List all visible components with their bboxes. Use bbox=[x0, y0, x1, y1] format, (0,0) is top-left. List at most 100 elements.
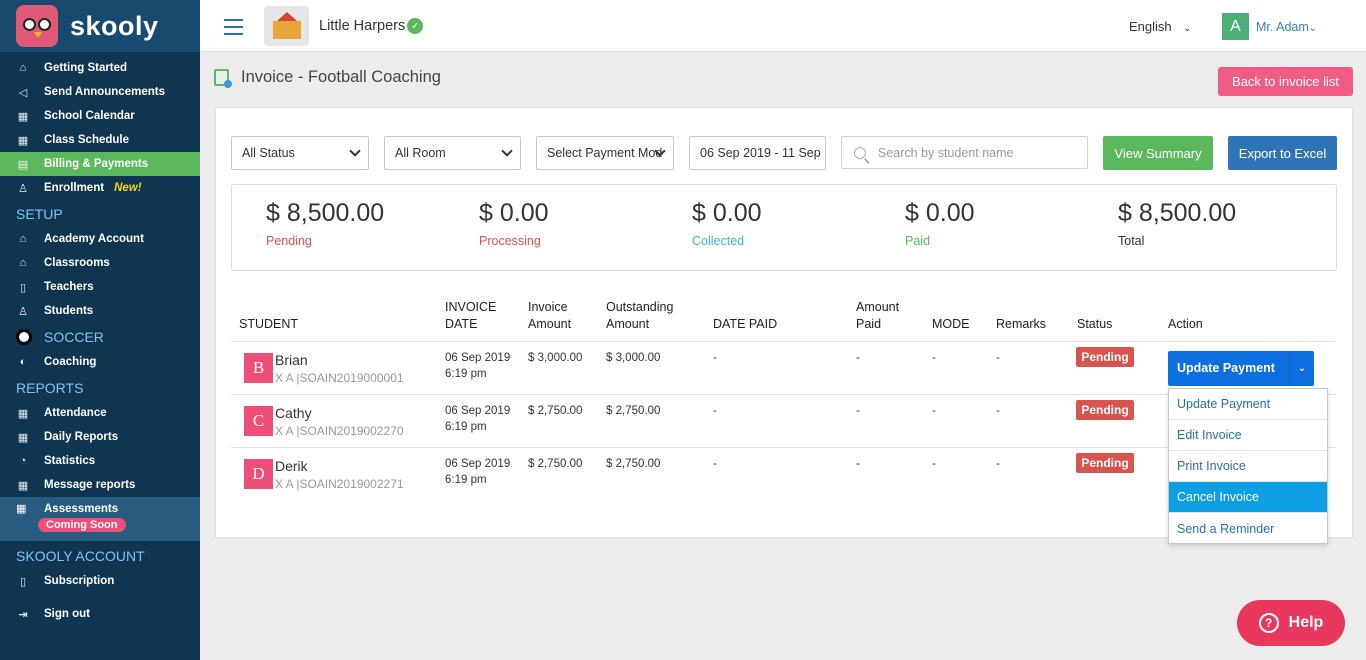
student-avatar: C bbox=[244, 406, 273, 436]
student-name[interactable]: Brian bbox=[275, 352, 308, 368]
sidebar-item-subscription[interactable]: ▯ Subscription bbox=[0, 569, 200, 593]
schedule-icon: ▦ bbox=[17, 134, 29, 147]
header-outstanding-amount: Outstanding Amount bbox=[606, 300, 674, 331]
sidebar-item-attendance[interactable]: ▦ Attendance bbox=[0, 401, 200, 425]
avatar[interactable]: A bbox=[1222, 13, 1249, 40]
subscription-icon: ▯ bbox=[19, 575, 27, 588]
logo-text: skooly bbox=[70, 10, 159, 41]
student-name[interactable]: Derik bbox=[275, 458, 308, 474]
header-action: Action bbox=[1168, 317, 1203, 331]
summary-processing: $ 0.00 Processing bbox=[479, 199, 549, 248]
room-select[interactable]: All Room bbox=[384, 136, 521, 170]
user-menu[interactable]: Mr. Adam⌄ bbox=[1256, 20, 1317, 34]
header-amount-paid: Amount Paid bbox=[856, 300, 900, 331]
sidebar-item-statistics[interactable]: ◔ Statistics bbox=[0, 449, 200, 473]
summary-pending: $ 8,500.00 Pending bbox=[266, 199, 385, 248]
header-student: STUDENT bbox=[239, 317, 299, 331]
chevron-down-icon bbox=[501, 145, 513, 157]
chevron-down-icon: ⌄ bbox=[1308, 23, 1318, 34]
back-to-invoice-list-button[interactable]: Back to invoice list bbox=[1218, 67, 1353, 96]
sidebar-item-enrollment[interactable]: ♙ Enrollment New! bbox=[0, 176, 200, 200]
sidebar-item-daily-reports[interactable]: ▦ Daily Reports bbox=[0, 425, 200, 449]
book-icon: ▯ bbox=[19, 281, 27, 294]
export-to-excel-button[interactable]: Export to Excel bbox=[1228, 136, 1337, 170]
megaphone-icon: ◁ bbox=[18, 86, 28, 99]
student-avatar: B bbox=[244, 353, 273, 383]
menu-item-print-invoice[interactable]: Print Invoice bbox=[1169, 451, 1327, 482]
student-id: X A |SOAIN2019000001 bbox=[275, 371, 404, 385]
remarks: - bbox=[996, 405, 1000, 417]
sidebar-item-assessments[interactable]: ▦ Assessments Coming Soon bbox=[0, 497, 200, 541]
message-icon: ▦ bbox=[17, 479, 29, 492]
summary-paid: $ 0.00 Paid bbox=[905, 199, 975, 248]
hamburger-menu-icon[interactable] bbox=[224, 19, 243, 40]
chevron-down-icon bbox=[349, 145, 361, 157]
school-name[interactable]: Little Harpers ✓ bbox=[319, 18, 424, 34]
invoice-amount: $ 2,750.00 bbox=[528, 458, 583, 470]
logo[interactable]: skooly bbox=[0, 0, 200, 52]
chevron-down-icon[interactable]: ⌄ bbox=[1289, 351, 1314, 386]
status-badge: Pending bbox=[1076, 453, 1134, 473]
mode: - bbox=[932, 458, 936, 470]
sidebar-item-sign-out[interactable]: ⇥ Sign out bbox=[0, 602, 200, 626]
sidebar-item-school-calendar[interactable]: ▦ School Calendar bbox=[0, 104, 200, 128]
sidebar-item-teachers[interactable]: ▯ Teachers bbox=[0, 275, 200, 299]
sidebar-item-coaching[interactable]: ◐ Coaching bbox=[0, 350, 200, 374]
report-icon: ▦ bbox=[17, 431, 29, 444]
header-date-paid: DATE PAID bbox=[713, 317, 778, 331]
owl-logo-icon bbox=[16, 5, 58, 47]
mode: - bbox=[932, 405, 936, 417]
update-payment-button[interactable]: Update Payment ⌄ bbox=[1168, 351, 1314, 386]
section-skooly-account: SKOOLY ACCOUNT bbox=[16, 547, 145, 564]
summary-collected: $ 0.00 Collected bbox=[692, 199, 762, 248]
sidebar-item-academy-account[interactable]: ⌂ Academy Account bbox=[0, 227, 200, 251]
attendance-icon: ▦ bbox=[17, 407, 29, 420]
coaching-icon: ◐ bbox=[19, 356, 27, 368]
header-status: Status bbox=[1077, 317, 1113, 331]
language-selector[interactable]: English ⌄ bbox=[1129, 19, 1192, 34]
amount-paid: - bbox=[856, 352, 860, 364]
header-invoice-amount: Invoice Amount bbox=[528, 300, 572, 331]
sidebar-item-message-reports[interactable]: ▦ Message reports bbox=[0, 473, 200, 497]
menu-item-edit-invoice[interactable]: Edit Invoice bbox=[1169, 420, 1327, 451]
status-select[interactable]: All Status bbox=[231, 136, 369, 170]
verified-check-icon: ✓ bbox=[407, 18, 424, 34]
sidebar-item-students[interactable]: ♙ Students bbox=[0, 299, 200, 323]
student-id: X A |SOAIN2019002271 bbox=[275, 477, 404, 491]
remarks: - bbox=[996, 352, 1000, 364]
new-badge: New! bbox=[114, 182, 142, 194]
menu-item-update-payment[interactable]: Update Payment bbox=[1169, 389, 1327, 420]
header-remarks: Remarks bbox=[996, 317, 1047, 331]
sidebar-item-class-schedule[interactable]: ▦ Class Schedule bbox=[0, 128, 200, 152]
assessment-icon: ▦ bbox=[16, 503, 27, 515]
date-range-input[interactable]: 06 Sep 2019 - 11 Sep bbox=[689, 136, 826, 170]
sidebar-item-classrooms[interactable]: ⌂ Classrooms bbox=[0, 251, 200, 275]
menu-item-cancel-invoice[interactable]: Cancel Invoice bbox=[1169, 482, 1327, 513]
sidebar: skooly ⌂ Getting Started ◁ Send Announceme… bbox=[0, 0, 200, 660]
help-button[interactable]: ? Help bbox=[1237, 600, 1345, 646]
view-summary-button[interactable]: View Summary bbox=[1103, 136, 1213, 170]
search-icon bbox=[854, 146, 866, 159]
student-name[interactable]: Cathy bbox=[275, 405, 312, 421]
amount-paid: - bbox=[856, 458, 860, 470]
billing-icon: ▤ bbox=[17, 158, 29, 171]
payment-mode-select[interactable]: Select Payment Mod bbox=[536, 136, 674, 170]
pie-chart-icon: ◔ bbox=[19, 455, 27, 467]
outstanding-amount: $ 2,750.00 bbox=[606, 458, 661, 470]
summary-total: $ 8,500.00 Total bbox=[1118, 199, 1237, 248]
date-paid: - bbox=[713, 352, 717, 364]
sidebar-item-send-announcements[interactable]: ◁ Send Announcements bbox=[0, 80, 200, 104]
menu-item-send-reminder[interactable]: Send a Reminder bbox=[1169, 513, 1327, 544]
soccer-ball-icon bbox=[16, 328, 32, 345]
status-badge: Pending bbox=[1076, 400, 1134, 420]
calendar-icon: ▦ bbox=[17, 110, 29, 123]
user-icon: ♙ bbox=[18, 182, 28, 195]
search-input[interactable]: Search by student name bbox=[841, 136, 1088, 169]
chevron-down-icon: ⌄ bbox=[1183, 23, 1192, 34]
remarks: - bbox=[996, 458, 1000, 470]
sidebar-item-getting-started[interactable]: ⌂ Getting Started bbox=[0, 56, 200, 80]
invoice-amount: $ 2,750.00 bbox=[528, 405, 583, 417]
sidebar-item-billing-payments[interactable]: ▤ Billing & Payments bbox=[0, 152, 200, 176]
invoice-date: 06 Sep 2019 6:19 pm bbox=[445, 352, 511, 380]
page-title: Invoice - Football Coaching bbox=[241, 68, 441, 86]
